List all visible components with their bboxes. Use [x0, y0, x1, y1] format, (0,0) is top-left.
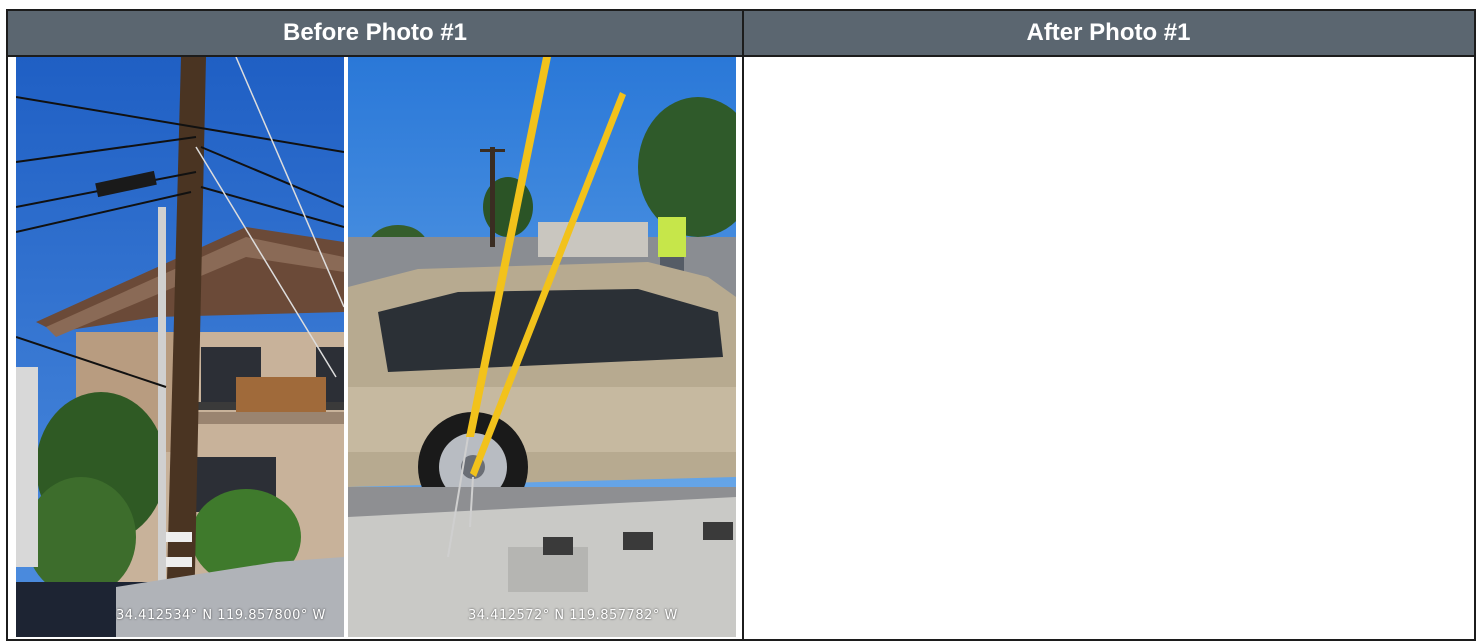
- before-photo-car: 34.412572° N 119.857782° W: [348, 57, 736, 637]
- pole-photo-image: [16, 57, 344, 637]
- after-photo-header: After Photo #1: [1026, 19, 1191, 46]
- photo-report-table: Before Photo #1 After Photo #1 34.412534…: [6, 9, 1476, 641]
- before-photo-pole: 34.412534° N 119.857800° W: [16, 57, 344, 637]
- car-photo-image: [348, 57, 736, 637]
- before-photo-header: Before Photo #1: [282, 19, 468, 46]
- table-header-row: Before Photo #1 After Photo #1: [8, 11, 1474, 57]
- gps-coordinates-right: 34.412572° N 119.857782° W: [468, 608, 678, 623]
- after-photo-cell: [744, 57, 1474, 641]
- before-photo-cell: 34.412534° N 119.857800° W 34.412572° N …: [16, 57, 736, 637]
- gps-coordinates-left: 34.412534° N 119.857800° W: [116, 608, 326, 623]
